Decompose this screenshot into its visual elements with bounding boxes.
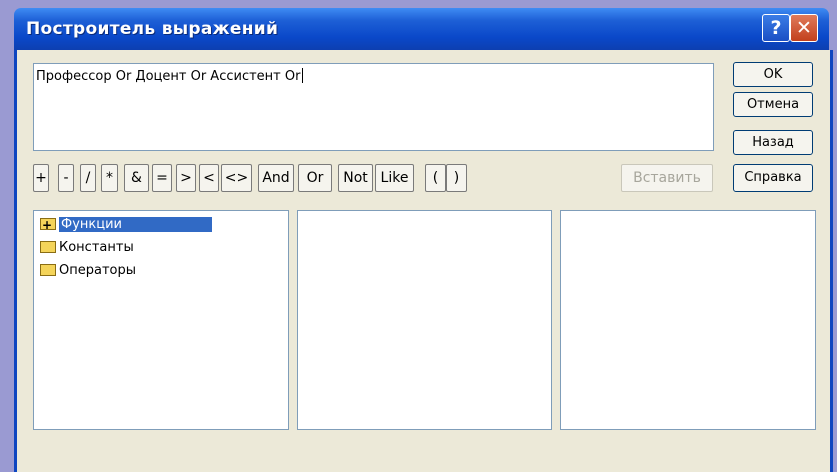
operator-like-button[interactable]: Like [375,164,414,192]
operator-minus-button[interactable]: - [58,164,74,192]
operator-not-equal-button[interactable]: <> [221,164,252,192]
help-button[interactable]: Справка [733,164,813,192]
title-bar[interactable]: Построитель выражений ? ✕ [14,8,829,50]
operator-open-paren-button[interactable]: ( [425,164,446,192]
insert-button[interactable]: Вставить [621,164,713,192]
operator-concat-button[interactable]: & [124,164,149,192]
operator-divide-button[interactable]: / [80,164,96,192]
middle-list-pane[interactable] [297,210,552,430]
tree-item-label: Функции [59,217,212,232]
folder-icon [40,241,56,253]
operator-equals-button[interactable]: = [152,164,172,192]
tree-pane[interactable]: Функции Константы Операторы [33,210,289,430]
operator-and-button[interactable]: And [258,164,294,192]
close-button[interactable]: ✕ [790,14,818,42]
operator-plus-button[interactable]: + [33,164,49,192]
operator-not-button[interactable]: Not [338,164,373,192]
operator-multiply-button[interactable]: * [101,164,118,192]
folder-plus-icon [40,215,56,235]
tree-item-functions[interactable]: Функции [40,215,212,235]
cancel-button[interactable]: Отмена [733,92,813,117]
operator-close-paren-button[interactable]: ) [446,164,467,192]
operator-less-button[interactable]: < [199,164,219,192]
help-title-button[interactable]: ? [762,14,790,42]
tree-item-label: Константы [59,240,134,255]
operator-greater-button[interactable]: > [176,164,196,192]
ok-button[interactable]: OK [733,62,813,87]
window-title: Построитель выражений [26,19,279,39]
expression-text: Профессор Or Доцент Or Ассистент Or [36,69,301,84]
folder-icon [40,264,56,276]
tree-item-operators[interactable]: Операторы [40,261,136,281]
back-button[interactable]: Назад [733,130,813,155]
right-list-pane[interactable] [560,210,816,430]
tree-item-label: Операторы [59,263,136,278]
window-frame-right [830,50,833,472]
operator-or-button[interactable]: Or [298,164,332,192]
expression-box[interactable]: Профессор Or Доцент Or Ассистент Or [33,63,714,151]
tree-item-constants[interactable]: Константы [40,238,134,258]
text-caret [302,68,304,83]
